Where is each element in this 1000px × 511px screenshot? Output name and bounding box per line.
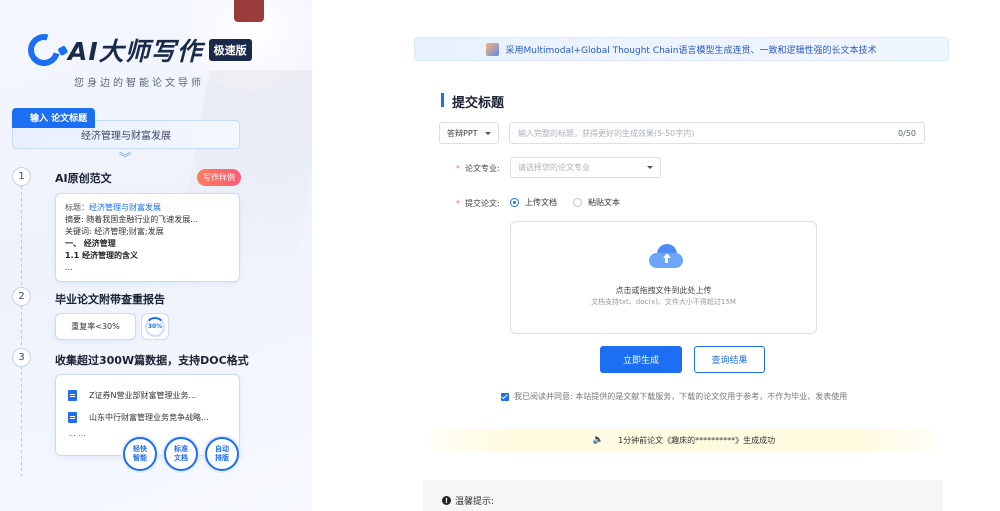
list-item: 山东中行财富管理业务竞争战略...	[68, 407, 227, 427]
reader-icon	[486, 42, 500, 56]
left-panel: AI大师写作 极速版 您身边的智能论文导师 输入 论文标题 经济管理与财富发展 …	[0, 0, 312, 511]
type-select[interactable]: 答辩PPT	[439, 122, 499, 144]
logo: AI大师写作 极速版	[22, 28, 252, 72]
step-title: 收集超过300W篇数据，支持DOC格式	[55, 354, 249, 367]
radio-paste[interactable]: 粘贴文本	[573, 197, 620, 208]
sample-title-row: 标题：经济管理与财富发展	[65, 203, 161, 212]
caret-down-icon	[485, 131, 491, 135]
caret-down-icon	[647, 166, 653, 169]
duplicate-rate-ring: 30%	[141, 313, 169, 340]
document-icon	[68, 411, 77, 423]
submit-label: * 提交论文:	[456, 199, 500, 208]
sample-heading: 一、 经济管理	[65, 239, 116, 248]
step-number: 1	[12, 167, 31, 186]
sample-subheading: 1.1 经济管理的含义	[65, 251, 138, 260]
tech-banner: 采用Multimodal+Global Thought Chain语言模型生成连…	[414, 37, 949, 61]
step-number: 3	[12, 348, 31, 367]
upload-subhint: 文档支持txt、doc(x)、文件大小不得超过15M	[591, 298, 736, 306]
duplicate-rate-box: 重复率<30%	[55, 313, 136, 340]
tips-title: ! 温馨提示:	[442, 494, 494, 507]
sample-abstract: 摘要: 随着我国金融行业的飞速发展...	[65, 215, 198, 224]
major-select[interactable]: 请选择您的论文专业	[510, 157, 661, 178]
slogan: 您身边的智能论文导师	[74, 78, 204, 89]
notice-bar: 🔈 1分钟前论文《趣床的**********》生成成功	[429, 429, 939, 451]
title-input-tag: 输入 论文标题	[12, 108, 96, 128]
section-accent-bar	[441, 93, 444, 107]
sample-more: ...	[65, 263, 73, 272]
radio-checked-icon	[510, 198, 519, 207]
query-result-button[interactable]: 查询结果	[694, 346, 765, 373]
decor-shape	[234, 0, 264, 22]
steps-connector	[21, 186, 22, 476]
agreement: 我已阅读并同意: 本站提供的是文献下载服务，下载的论文仅用于参考，不作为毕业、发…	[501, 391, 847, 402]
step-number: 2	[12, 287, 31, 306]
list-item: Z证券N营业部财富管理业务...	[68, 385, 227, 405]
page-title: 提交标题	[452, 96, 505, 111]
sample-badge[interactable]: 写作样例	[197, 169, 241, 186]
sample-card: 标题：经济管理与财富发展 摘要: 随着我国金融行业的飞速发展... 关键词: 经…	[55, 193, 240, 282]
feature-circle-fast: 轻快 智能	[123, 437, 157, 471]
logo-icon	[22, 28, 66, 72]
upload-dropzone[interactable]: 点击或拖拽文件到此处上传 文档支持txt、doc(x)、文件大小不得超过15M	[510, 221, 817, 334]
brand-badge: 极速版	[208, 39, 252, 61]
info-icon: !	[442, 496, 451, 505]
feature-circle-format: 自动 排版	[205, 437, 239, 471]
step-title: 毕业论文附带查重报告	[55, 293, 165, 306]
progress-ring-icon: 30%	[145, 316, 165, 337]
title-input[interactable]	[518, 128, 868, 138]
radio-unchecked-icon	[573, 198, 582, 207]
sample-keywords: 关键词: 经济管理;财富;发展	[65, 227, 164, 236]
step-title: AI原创范文	[55, 172, 112, 185]
document-icon	[68, 389, 77, 401]
brand-name: AI大师写作	[68, 37, 203, 66]
speaker-icon: 🔈	[592, 435, 605, 445]
tips-panel	[423, 480, 943, 511]
chevron-down-icon: ︾	[119, 151, 132, 165]
radio-upload[interactable]: 上传文档	[510, 197, 557, 208]
char-counter: 0/50	[898, 128, 916, 138]
major-label: * 论文专业:	[456, 164, 500, 173]
feature-circle-standard: 标准 文档	[164, 437, 198, 471]
cloud-upload-icon	[649, 244, 683, 270]
title-input-wrap: 0/50	[509, 122, 925, 144]
generate-button[interactable]: 立即生成	[600, 346, 682, 373]
agree-checkbox[interactable]	[501, 392, 509, 401]
upload-hint: 点击或拖拽文件到此处上传	[615, 286, 712, 295]
docs-more: ... ...	[68, 429, 86, 438]
